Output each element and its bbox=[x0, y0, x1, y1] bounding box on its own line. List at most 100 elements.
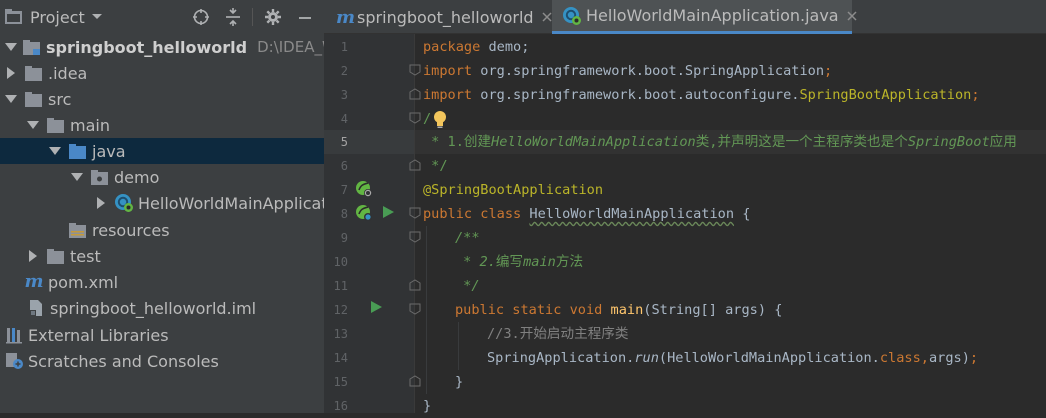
lightbulb-icon[interactable] bbox=[431, 109, 449, 129]
code-token: public class bbox=[423, 206, 522, 222]
code-line: * 2.编写main方法 bbox=[455, 250, 583, 274]
tree-item-src[interactable]: src bbox=[0, 86, 324, 112]
tree-item-test[interactable]: test bbox=[0, 243, 324, 269]
code-token: / bbox=[423, 111, 432, 127]
code-token: org.springframework.boot.SpringApplicati… bbox=[472, 63, 825, 79]
run-icon[interactable] bbox=[368, 299, 386, 317]
line-number: 11 bbox=[333, 279, 348, 293]
tree-item-resources[interactable]: resources bbox=[0, 217, 324, 243]
code-token: } bbox=[455, 374, 464, 390]
maven-icon: m bbox=[336, 6, 356, 28]
tree-item-idea[interactable]: .idea bbox=[0, 60, 324, 86]
tree-item-label: HelloWorldMainApplication bbox=[138, 193, 324, 213]
code-token: import bbox=[423, 87, 473, 103]
collapsed-arrow-icon[interactable] bbox=[4, 66, 18, 80]
tab-label: HelloWorldMainApplication.java bbox=[586, 6, 839, 25]
code-line: import org.springframework.boot.SpringAp… bbox=[423, 59, 832, 83]
code-line: * 1.创建HelloWorldMainApplication类,并声明这是一个… bbox=[423, 130, 1017, 154]
folder-icon bbox=[24, 90, 44, 108]
run-icon[interactable] bbox=[380, 204, 398, 222]
line-number: 9 bbox=[340, 231, 348, 245]
spring-bean-icon[interactable] bbox=[355, 204, 373, 222]
code-line: public static void main(String[] args) { bbox=[455, 298, 782, 322]
tree-item-scratches-and-consoles[interactable]: Scratches and Consoles bbox=[0, 348, 324, 374]
resources-folder-icon bbox=[68, 221, 88, 239]
fold-start-icon[interactable] bbox=[409, 231, 421, 243]
code-token: * 2. bbox=[455, 254, 496, 270]
fold-end-icon[interactable] bbox=[409, 375, 421, 387]
expanded-arrow-icon[interactable] bbox=[48, 144, 62, 158]
expanded-arrow-icon[interactable] bbox=[70, 170, 84, 184]
line-number: 12 bbox=[333, 303, 348, 317]
tree-item-helloworldmainapplication[interactable]: HelloWorldMainApplication bbox=[0, 190, 324, 216]
tree-item-label: java bbox=[92, 141, 126, 161]
code-line: / bbox=[423, 107, 431, 131]
gear-icon[interactable] bbox=[262, 6, 284, 28]
code-token: //3.开始启动主程序类 bbox=[487, 326, 629, 342]
line-number: 3 bbox=[340, 88, 348, 102]
code-token: } bbox=[423, 398, 432, 414]
fold-end-icon[interactable] bbox=[409, 88, 421, 100]
tab-helloworldmainapplication-java[interactable]: HelloWorldMainApplication.java bbox=[552, 0, 857, 34]
close-icon[interactable] bbox=[542, 11, 552, 23]
folder-icon bbox=[46, 116, 66, 134]
code-line: */ bbox=[423, 154, 447, 178]
code-token: SpringBootApplication bbox=[799, 87, 972, 103]
tree-item-label: External Libraries bbox=[28, 325, 169, 345]
tree-item-main[interactable]: main bbox=[0, 112, 324, 138]
crosshair-icon[interactable] bbox=[190, 6, 212, 28]
fold-start-icon[interactable] bbox=[409, 207, 421, 219]
spring-class-icon bbox=[114, 194, 134, 212]
iml-file-icon bbox=[26, 299, 46, 317]
tree-item-label: springboot_helloworld bbox=[46, 37, 248, 57]
code-line: @SpringBootApplication bbox=[423, 178, 603, 202]
code-line: */ bbox=[455, 274, 480, 298]
tree-item-pom-xml[interactable]: m pom.xml bbox=[0, 269, 324, 295]
collapsed-arrow-icon[interactable] bbox=[26, 249, 40, 263]
code-line: SpringApplication.run(HelloWorldMainAppl… bbox=[487, 346, 978, 370]
code-token: (String[] args) { bbox=[643, 302, 783, 318]
project-tool-window: Project springboot_helloworld D:\IDEA_Wo… bbox=[0, 0, 324, 413]
code-token: @SpringBootApplication bbox=[423, 182, 604, 198]
project-panel-header: Project bbox=[0, 0, 324, 34]
tree-item-iml-file[interactable]: springboot_helloworld.iml bbox=[0, 295, 324, 321]
minimize-icon[interactable] bbox=[294, 6, 316, 28]
tree-item-demo[interactable]: demo bbox=[0, 164, 324, 190]
expanded-arrow-icon[interactable] bbox=[4, 92, 18, 106]
tab-springboot-helloworld[interactable]: m springboot_helloworld bbox=[324, 0, 552, 34]
code-token: */ bbox=[455, 278, 480, 294]
code-token: SpringBoot bbox=[907, 134, 990, 150]
expanded-arrow-icon[interactable] bbox=[4, 40, 18, 54]
tree-item-label: Scratches and Consoles bbox=[28, 351, 219, 371]
close-icon[interactable] bbox=[847, 10, 857, 22]
fold-end-icon[interactable] bbox=[409, 159, 421, 171]
fold-start-icon[interactable] bbox=[409, 303, 421, 315]
spring-bean-icon[interactable] bbox=[355, 180, 373, 198]
tree-item-springboot-helloworld[interactable]: springboot_helloworld D:\IDEA_Workspace bbox=[0, 34, 324, 60]
code-token: { bbox=[734, 206, 751, 222]
code-token: main bbox=[523, 254, 556, 270]
code-token: 方法 bbox=[555, 254, 584, 270]
code-token: 类,并声明这是一个主程序类也是个 bbox=[695, 134, 908, 150]
code-token: ; bbox=[971, 87, 980, 103]
indent-guide bbox=[458, 322, 459, 370]
spring-class-icon bbox=[562, 6, 582, 26]
project-panel-title: Project bbox=[30, 7, 85, 27]
collapse-all-icon[interactable] bbox=[222, 6, 244, 28]
project-view-selector[interactable]: Project bbox=[4, 6, 103, 28]
code-token: 创建 bbox=[463, 134, 492, 150]
code-token: SpringApplication. bbox=[487, 350, 635, 366]
code-token: args) bbox=[928, 350, 970, 366]
code-token: run bbox=[634, 350, 659, 366]
tree-item-java[interactable]: java bbox=[0, 138, 324, 164]
tree-item-label: pom.xml bbox=[48, 272, 119, 292]
fold-end-icon[interactable] bbox=[409, 279, 421, 291]
expanded-arrow-icon[interactable] bbox=[26, 118, 40, 132]
line-number: 14 bbox=[333, 351, 348, 365]
collapsed-arrow-icon[interactable] bbox=[94, 196, 108, 210]
fold-start-icon[interactable] bbox=[409, 112, 421, 124]
code-token: org.springframework.boot.autoconfigure. bbox=[472, 87, 800, 103]
tree-item-external-libraries[interactable]: External Libraries bbox=[0, 322, 324, 348]
fold-start-icon[interactable] bbox=[409, 64, 421, 76]
code-token: package bbox=[423, 39, 481, 55]
